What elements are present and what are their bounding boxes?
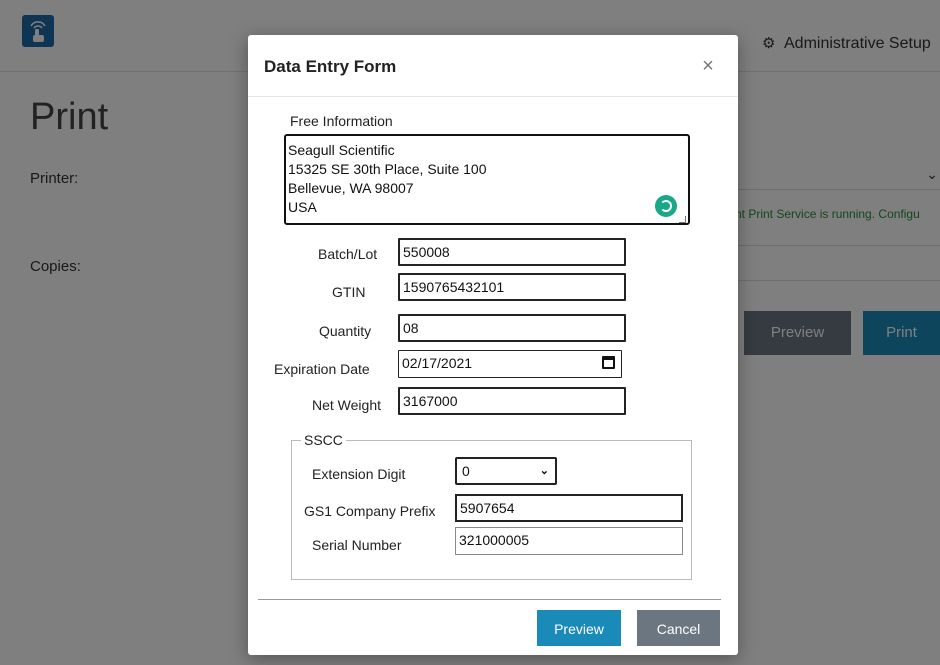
quantity-input[interactable]: 08	[398, 314, 626, 342]
dialog-header: Data Entry Form ×	[248, 35, 738, 97]
data-entry-dialog: Data Entry Form × Free Information Seagu…	[248, 35, 738, 655]
net-weight-label: Net Weight	[312, 397, 381, 413]
extension-digit-select[interactable]: 0 ⌄	[455, 457, 557, 485]
free-information-textarea[interactable]: Seagull Scientific 15325 SE 30th Place, …	[284, 134, 690, 225]
preview-button[interactable]: Preview	[537, 610, 621, 646]
quantity-label: Quantity	[319, 323, 372, 339]
footer-divider	[258, 599, 721, 600]
serial-number-label: Serial Number	[312, 537, 402, 553]
gtin-input[interactable]: 1590765432101	[398, 273, 626, 301]
free-information-line: 15325 SE 30th Place, Suite 100	[288, 161, 487, 177]
calendar-icon[interactable]	[602, 356, 615, 369]
serial-number-input[interactable]: 321000005	[455, 527, 683, 555]
resize-grip-icon[interactable]	[679, 216, 686, 223]
gs1-company-prefix-label: GS1 Company Prefix	[304, 503, 436, 519]
free-information-line: Bellevue, WA 98007	[288, 180, 414, 196]
sscc-legend: SSCC	[301, 432, 346, 448]
refresh-spinner-icon[interactable]	[655, 195, 677, 217]
batch-lot-input[interactable]: 550008	[398, 238, 626, 266]
cancel-button[interactable]: Cancel	[637, 610, 720, 646]
expiration-date-input[interactable]: 02/17/2021	[398, 350, 622, 378]
free-information-line: USA	[288, 199, 317, 215]
free-information-label: Free Information	[290, 113, 393, 129]
batch-lot-label: Batch/Lot	[318, 246, 378, 262]
dialog-title: Data Entry Form	[264, 57, 397, 76]
chevron-down-icon: ⌄	[539, 465, 549, 477]
extension-digit-value: 0	[462, 463, 470, 479]
close-icon[interactable]: ×	[698, 55, 718, 77]
free-information-line: Seagull Scientific	[288, 142, 395, 158]
gs1-company-prefix-input[interactable]: 5907654	[455, 494, 683, 522]
extension-digit-label: Extension Digit	[312, 466, 406, 482]
gtin-label: GTIN	[332, 284, 366, 300]
expiration-date-value: 02/17/2021	[402, 355, 473, 371]
expiration-date-label: Expiration Date	[274, 361, 370, 377]
net-weight-input[interactable]: 3167000	[398, 387, 626, 415]
